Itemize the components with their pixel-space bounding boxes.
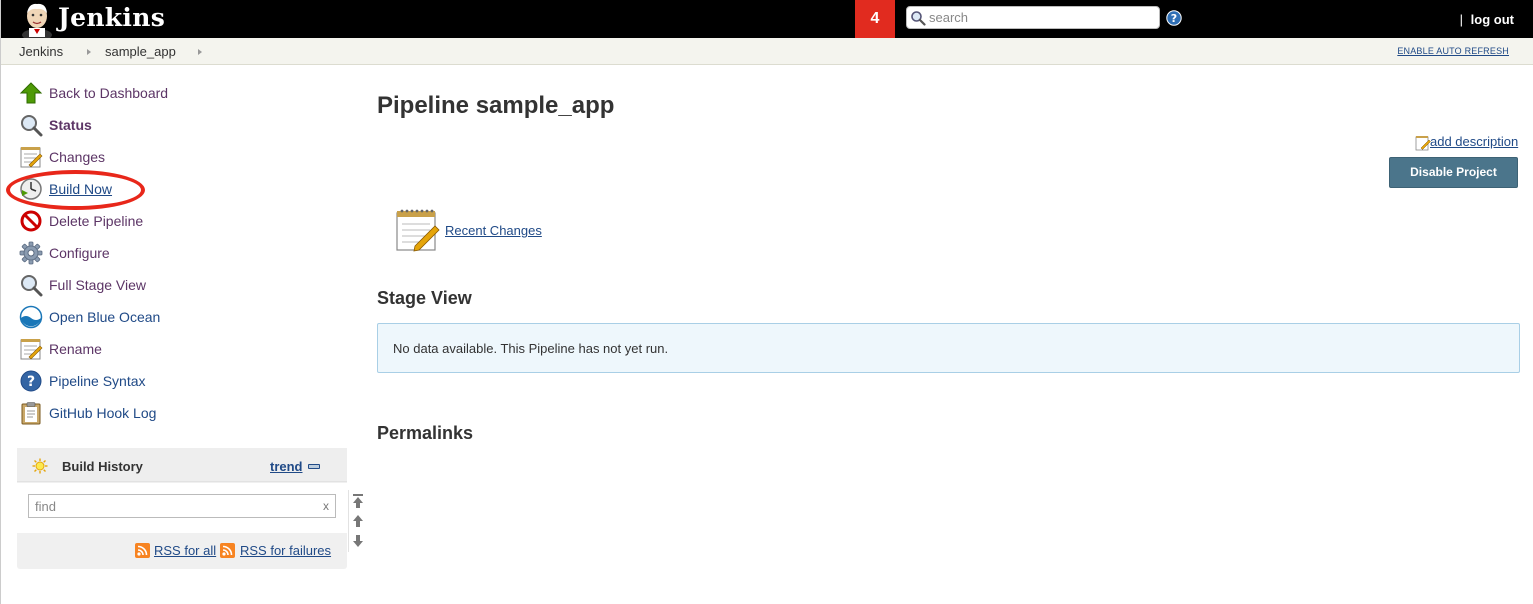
build-history-header: Build History trend (17, 448, 347, 482)
search-box (906, 6, 1160, 29)
scroll-down-icon[interactable] (352, 534, 364, 548)
breadcrumb-item-jenkins[interactable]: Jenkins (19, 44, 63, 59)
logout-link[interactable]: log out (1471, 12, 1514, 27)
clipboard-icon (21, 402, 41, 425)
page-title: Pipeline sample_app (377, 92, 615, 119)
stage-view-heading: Stage View (377, 288, 472, 308)
collapse-icon[interactable] (308, 464, 320, 469)
help-icon[interactable]: ? (1166, 10, 1182, 26)
stage-view-message: No data available. This Pipeline has not… (393, 341, 669, 356)
task-pipeline-syntax[interactable]: ? Pipeline Syntax (19, 369, 319, 393)
breadcrumb-item-sample-app[interactable]: sample_app (105, 44, 176, 59)
jenkins-logo-icon[interactable] (19, 1, 55, 39)
build-history-widget: Build History trend x RSS for all RSS fo… (17, 448, 347, 569)
svg-text:?: ? (1171, 12, 1177, 25)
gear-icon (19, 241, 43, 265)
task-status[interactable]: Status (19, 113, 319, 137)
build-history-page-nav (348, 490, 366, 552)
task-full-stage-view[interactable]: Full Stage View (19, 273, 319, 297)
task-label[interactable]: Back to Dashboard (49, 85, 168, 101)
task-label[interactable]: Pipeline Syntax (49, 373, 146, 389)
task-label[interactable]: Full Stage View (49, 277, 146, 293)
search-input[interactable] (927, 8, 1155, 27)
rss-for-failures-link[interactable]: RSS for failures (240, 543, 331, 558)
notepad-icon (20, 339, 43, 360)
notepad-icon[interactable] (395, 208, 440, 252)
clear-filter-icon[interactable]: x (323, 499, 329, 513)
trend-link[interactable]: trend (270, 459, 303, 474)
build-history-footer: RSS for all RSS for failures (17, 533, 347, 569)
breadcrumb-arrow-icon[interactable] (198, 49, 202, 55)
rss-for-all-link[interactable]: RSS for all (154, 543, 216, 558)
blue-ocean-icon (19, 305, 43, 329)
svg-text:?: ? (27, 374, 35, 390)
task-changes[interactable]: Changes (19, 145, 319, 169)
no-entry-icon (20, 210, 42, 232)
task-rename[interactable]: Rename (19, 337, 319, 361)
sun-weather-icon (32, 458, 48, 474)
edit-notepad-icon[interactable] (1415, 135, 1431, 151)
task-github-hook-log[interactable]: GitHub Hook Log (19, 401, 319, 425)
add-description-link[interactable]: add description (1430, 134, 1518, 149)
magnifier-icon (21, 275, 43, 297)
add-description-area: add description (1415, 134, 1519, 152)
rss-icon[interactable] (135, 543, 150, 558)
build-now-highlight-oval (6, 170, 145, 210)
breadcrumb-arrow-icon[interactable] (87, 49, 91, 55)
rss-icon[interactable] (220, 543, 235, 558)
task-back-to-dashboard[interactable]: Back to Dashboard (19, 81, 319, 105)
task-label[interactable]: Status (49, 117, 92, 133)
build-history-find-input[interactable] (29, 495, 315, 517)
breadcrumb: Jenkins sample_app ENABLE AUTO REFRESH (1, 38, 1533, 65)
task-open-blue-ocean[interactable]: Open Blue Ocean (19, 305, 319, 329)
top-header: Jenkins 4 ? | log out (1, 0, 1533, 39)
build-history-find-box: x (28, 494, 336, 518)
logout-separator: | (1459, 12, 1464, 27)
help-icon: ? (20, 370, 42, 392)
stage-view-message-box: No data available. This Pipeline has not… (377, 323, 1520, 373)
scroll-up-icon[interactable] (352, 514, 364, 528)
build-history-body: x (17, 483, 347, 533)
task-label[interactable]: Delete Pipeline (49, 213, 143, 229)
logout-area: | log out (1460, 12, 1514, 27)
task-label[interactable]: GitHub Hook Log (49, 405, 156, 421)
jenkins-brand[interactable]: Jenkins (58, 2, 165, 34)
search-icon (911, 11, 926, 26)
scroll-to-top-icon[interactable] (352, 494, 364, 508)
notification-badge[interactable]: 4 (855, 0, 895, 38)
task-label[interactable]: Changes (49, 149, 105, 165)
task-label[interactable]: Configure (49, 245, 110, 261)
up-arrow-icon (19, 82, 43, 104)
notepad-icon (20, 147, 43, 168)
task-label[interactable]: Open Blue Ocean (49, 309, 160, 325)
build-history-title: Build History (62, 459, 143, 474)
task-delete-pipeline[interactable]: Delete Pipeline (19, 209, 319, 233)
magnifier-icon (21, 115, 43, 137)
task-configure[interactable]: Configure (19, 241, 319, 265)
disable-project-button[interactable]: Disable Project (1389, 157, 1518, 188)
enable-auto-refresh-link[interactable]: ENABLE AUTO REFRESH (1397, 46, 1509, 56)
permalinks-heading: Permalinks (377, 423, 474, 443)
recent-changes-link[interactable]: Recent Changes (445, 223, 542, 238)
task-label[interactable]: Rename (49, 341, 102, 357)
